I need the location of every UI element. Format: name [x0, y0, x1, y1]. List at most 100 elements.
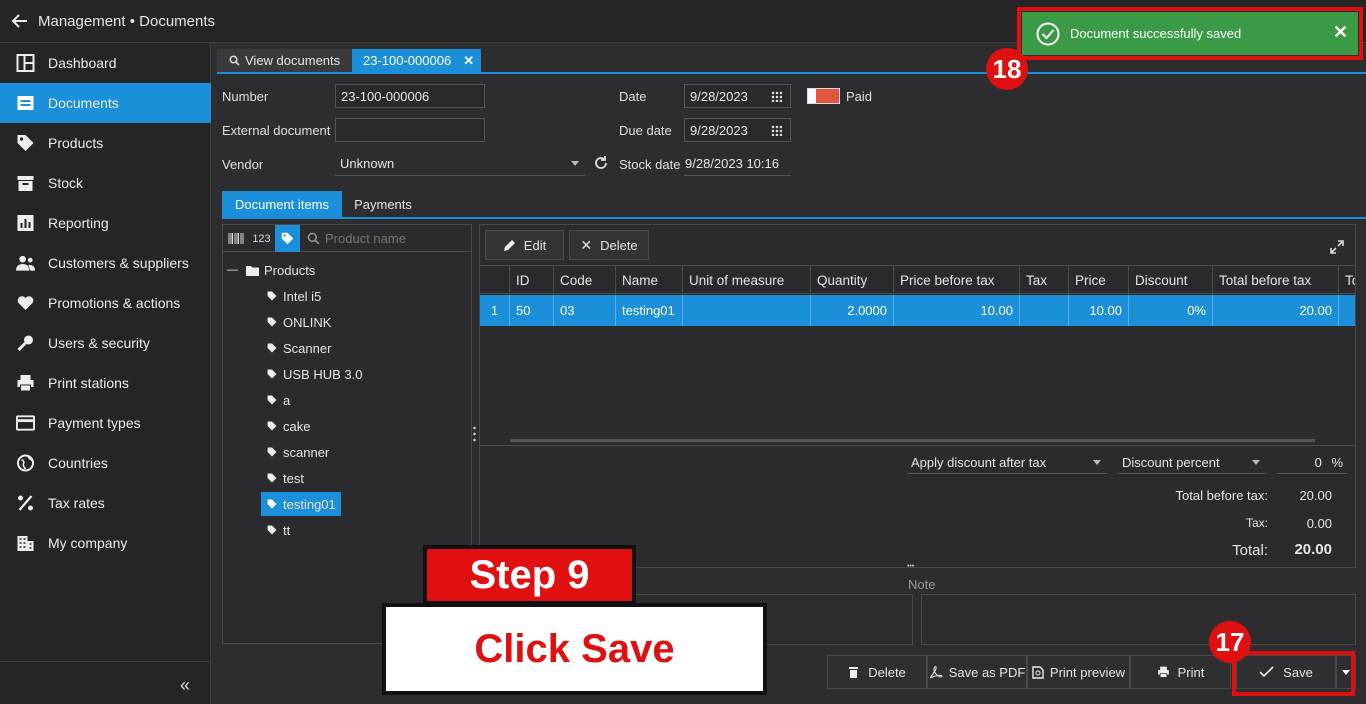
delete-row-button[interactable]: ✕ Delete [569, 230, 649, 260]
sidebar-item-countries[interactable]: Countries [0, 443, 211, 483]
tree-item[interactable]: test [267, 466, 304, 490]
stock-date-field[interactable]: 9/28/2023 10:16 [684, 152, 791, 176]
cell-total-before-tax: 20.00 [1212, 295, 1338, 326]
tree-item-selected[interactable]: testing01 [261, 492, 341, 516]
sidebar-item-users[interactable]: Users & security [0, 323, 211, 363]
product-search-input[interactable] [301, 227, 469, 249]
barcode-button[interactable] [223, 225, 248, 252]
column-header-quantity[interactable]: Quantity [810, 266, 893, 294]
expand-icon[interactable] [1330, 240, 1344, 254]
sidebar-item-dashboard[interactable]: Dashboard [0, 43, 211, 83]
tree-label: ONLINK [283, 314, 332, 330]
sidebar-item-print-stations[interactable]: Print stations [0, 363, 211, 403]
barcode-icon [228, 233, 243, 244]
tree-item[interactable]: Scanner [267, 336, 331, 360]
column-header-code[interactable]: Code [553, 266, 615, 294]
total-before-tax-value: 20.00 [1299, 488, 1332, 503]
column-header-discount[interactable]: Discount [1128, 266, 1212, 294]
tree-root-products[interactable]: — Products [227, 258, 315, 282]
note-field[interactable] [921, 594, 1356, 645]
cell-price: 10.00 [1068, 295, 1128, 326]
cell-unit [682, 295, 810, 326]
column-header-name[interactable]: Name [615, 266, 682, 294]
column-header-unit[interactable]: Unit of measure [682, 266, 810, 294]
table-row[interactable]: 1 50 03 testing01 2.0000 10.00 10.00 0% … [480, 295, 1355, 326]
discount-value-field[interactable]: 0 % [1277, 452, 1347, 474]
grid-header: ID Code Name Unit of measure Quantity Pr… [480, 265, 1355, 294]
print-button[interactable]: Print [1130, 655, 1231, 689]
column-header-total-before-tax[interactable]: Total before tax [1212, 266, 1338, 294]
tag-icon [267, 317, 277, 327]
collapse-toggle-icon[interactable]: — [227, 264, 238, 276]
calendar-icon[interactable] [771, 125, 782, 136]
column-header-total[interactable]: To [1338, 266, 1355, 294]
close-tab-icon[interactable]: ✕ [463, 53, 474, 69]
row-number: 1 [490, 303, 499, 318]
save-as-pdf-label: Save as PDF [948, 664, 1026, 680]
back-arrow-icon[interactable] [10, 11, 30, 31]
sidebar-item-payment-types[interactable]: Payment types [0, 403, 211, 443]
sidebar-item-customers[interactable]: Customers & suppliers [0, 243, 211, 283]
tree-label: scanner [283, 444, 330, 460]
delete-button[interactable]: Delete [827, 655, 927, 689]
date-field[interactable]: 9/28/2023 [684, 84, 791, 108]
paid-toggle[interactable] [807, 88, 840, 104]
tree-item[interactable]: ONLINK [267, 310, 331, 334]
date-label: Date [619, 89, 647, 104]
sidebar-item-stock[interactable]: Stock [0, 163, 211, 203]
tree-item[interactable]: tt [267, 518, 290, 542]
sidebar-item-documents[interactable]: Documents [0, 83, 211, 123]
toggle-knob [808, 89, 816, 103]
sidebar-item-tax-rates[interactable]: Tax rates [0, 483, 211, 523]
refresh-icon[interactable] [593, 155, 609, 171]
due-date-field[interactable]: 9/28/2023 [684, 118, 791, 142]
sidebar-item-promotions[interactable]: Promotions & actions [0, 283, 211, 323]
tax-value: 0.00 [1306, 516, 1332, 531]
collapse-sidebar-button[interactable]: « [180, 675, 200, 695]
column-header-tax[interactable]: Tax [1019, 266, 1068, 294]
sidebar-item-products[interactable]: Products [0, 123, 211, 163]
tree-item[interactable]: cake [267, 414, 310, 438]
printer-icon [17, 375, 34, 392]
cell-price-before-tax: 10.00 [893, 295, 1019, 326]
tax-label: Tax: [1245, 516, 1268, 530]
globe-icon [17, 454, 34, 472]
discount-mode-select[interactable]: Apply discount after tax [907, 452, 1107, 474]
sidebar-item-label: Countries [48, 455, 108, 471]
column-header-price-before-tax[interactable]: Price before tax [893, 266, 1019, 294]
vendor-select[interactable]: Unknown [335, 152, 585, 176]
tab-view-documents[interactable]: View documents [217, 49, 352, 72]
discount-type-select[interactable]: Discount percent [1118, 452, 1266, 474]
tag-search-button[interactable] [275, 225, 300, 252]
column-header-price[interactable]: Price [1068, 266, 1128, 294]
sidebar-item-my-company[interactable]: My company [0, 523, 211, 563]
tree-item[interactable]: Intel i5 [267, 284, 321, 308]
delete-label: Delete [868, 664, 906, 680]
discount-value: 0 [1314, 455, 1322, 470]
search-icon [229, 55, 240, 66]
tree-item[interactable]: scanner [267, 440, 329, 464]
edit-button[interactable]: Edit [485, 230, 564, 260]
tree-item[interactable]: a [267, 388, 290, 412]
tab-payments[interactable]: Payments [343, 191, 423, 217]
pencil-icon [503, 239, 515, 251]
tab-document[interactable]: 23-100-000006 ✕ [352, 49, 481, 72]
tree-item[interactable]: USB HUB 3.0 [267, 362, 362, 386]
sidebar-item-label: Stock [48, 175, 84, 191]
tab-label: 23-100-000006 [363, 53, 452, 68]
subtab-underline [222, 217, 1366, 219]
number-field[interactable]: 23-100-000006 [335, 84, 485, 108]
save-as-pdf-button[interactable]: Save as PDF [927, 655, 1027, 689]
annotation-step-label: Step 9 [423, 545, 636, 605]
code-search-button[interactable]: 123 [248, 225, 275, 252]
panel-splitter-handle[interactable] [473, 425, 476, 443]
tab-document-items[interactable]: Document items [222, 191, 342, 217]
print-preview-button[interactable]: Print preview [1027, 655, 1130, 689]
people-icon [16, 255, 35, 271]
calendar-icon[interactable] [771, 91, 782, 102]
horizontal-scrollbar[interactable] [510, 439, 1315, 442]
external-document-field[interactable] [335, 118, 485, 142]
column-header-id[interactable]: ID [509, 266, 553, 294]
notes-splitter-handle[interactable]: • • • [907, 563, 914, 570]
sidebar-item-reporting[interactable]: Reporting [0, 203, 211, 243]
